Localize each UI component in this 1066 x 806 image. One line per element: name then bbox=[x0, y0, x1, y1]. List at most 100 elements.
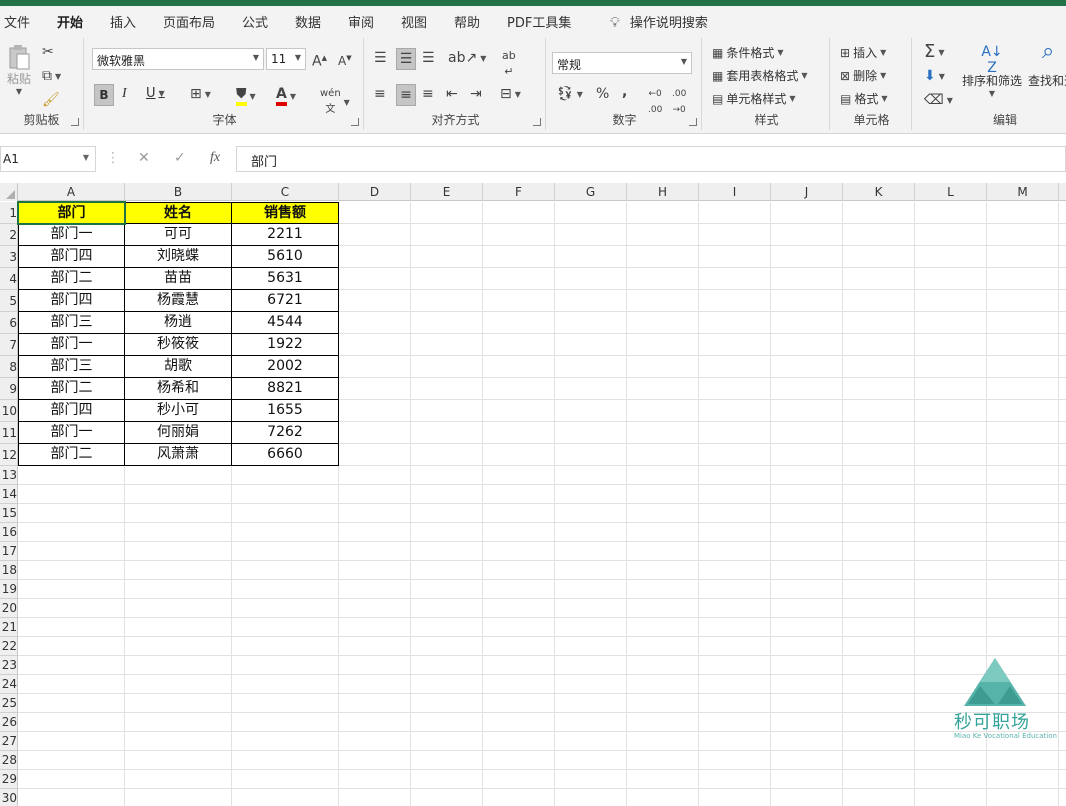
column-header-j[interactable]: J bbox=[771, 183, 843, 201]
column-header-b[interactable]: B bbox=[125, 183, 232, 201]
tab-pdf-tools[interactable]: PDF工具集 bbox=[507, 12, 571, 31]
font-color-button[interactable]: A ▼ bbox=[276, 86, 296, 106]
align-center-button[interactable]: ≡ bbox=[396, 84, 416, 106]
table-cell[interactable]: 部门三 bbox=[18, 356, 125, 378]
cancel-entry-icon[interactable]: ✕ bbox=[138, 150, 150, 166]
row-header-22[interactable]: 22 bbox=[0, 637, 18, 656]
align-left-button[interactable]: ≡ bbox=[374, 86, 386, 102]
insert-function-icon[interactable]: fx bbox=[210, 150, 220, 166]
find-select-button[interactable]: ⌕ 查找和选 bbox=[1028, 41, 1066, 89]
tell-me-search[interactable]: 💡︎ 操作说明搜索 bbox=[610, 12, 708, 31]
row-header-30[interactable]: 30 bbox=[0, 789, 18, 806]
table-cell[interactable]: 部门二 bbox=[18, 268, 125, 290]
align-top-button[interactable]: ☰ bbox=[374, 50, 387, 66]
cut-button[interactable]: ✂ bbox=[42, 44, 54, 60]
table-cell[interactable]: 部门一 bbox=[18, 422, 125, 444]
clear-button[interactable]: ⌫ ▼ bbox=[924, 92, 953, 108]
column-header-i[interactable]: I bbox=[699, 183, 771, 201]
fill-color-button[interactable]: ⛊ ▼ bbox=[236, 86, 256, 106]
format-as-table-button[interactable]: ▦ 套用表格格式 ▼ bbox=[712, 67, 808, 84]
table-header-cell[interactable]: 部门 bbox=[18, 202, 125, 224]
paste-button[interactable]: 粘贴 ▼ bbox=[6, 44, 32, 96]
conditional-format-button[interactable]: ▦ 条件格式 ▼ bbox=[712, 44, 784, 61]
row-header-26[interactable]: 26 bbox=[0, 713, 18, 732]
table-cell[interactable]: 杨逍 bbox=[125, 312, 232, 334]
row-header-23[interactable]: 23 bbox=[0, 656, 18, 675]
wrap-text-button[interactable]: ab ↵ bbox=[502, 48, 516, 80]
row-header-3[interactable]: 3 bbox=[0, 246, 18, 268]
merge-center-button[interactable]: ⊟ ▼ bbox=[500, 86, 521, 102]
increase-font-button[interactable]: A▲ bbox=[312, 50, 327, 70]
table-cell[interactable]: 部门三 bbox=[18, 312, 125, 334]
number-launcher-icon[interactable] bbox=[689, 118, 697, 126]
format-cells-button[interactable]: ▤ 格式 ▼ bbox=[840, 90, 888, 107]
table-cell[interactable]: 5610 bbox=[232, 246, 339, 268]
table-header-cell[interactable]: 姓名 bbox=[125, 202, 232, 224]
row-header-2[interactable]: 2 bbox=[0, 224, 18, 246]
row-header-11[interactable]: 11 bbox=[0, 422, 18, 444]
align-right-button[interactable]: ≡ bbox=[422, 86, 434, 102]
table-cell[interactable]: 部门一 bbox=[18, 224, 125, 246]
formula-input[interactable]: 部门 bbox=[236, 146, 1066, 172]
column-header-m[interactable]: M bbox=[987, 183, 1059, 201]
number-format-select[interactable]: 常规 ▼ bbox=[552, 52, 692, 74]
row-header-13[interactable]: 13 bbox=[0, 466, 18, 485]
underline-button[interactable]: U ▼ bbox=[146, 86, 165, 101]
table-cell[interactable]: 可可 bbox=[125, 224, 232, 246]
table-cell[interactable]: 秒小可 bbox=[125, 400, 232, 422]
decrease-font-button[interactable]: A▼ bbox=[338, 50, 352, 69]
column-header-e[interactable]: E bbox=[411, 183, 483, 201]
table-cell[interactable]: 7262 bbox=[232, 422, 339, 444]
accounting-format-button[interactable]: 💱︎ ▼ bbox=[556, 86, 583, 102]
tab-insert[interactable]: 插入 bbox=[110, 12, 136, 31]
confirm-entry-icon[interactable]: ✓ bbox=[174, 150, 186, 166]
row-header-24[interactable]: 24 bbox=[0, 675, 18, 694]
column-header-g[interactable]: G bbox=[555, 183, 627, 201]
table-cell[interactable]: 5631 bbox=[232, 268, 339, 290]
column-header-d[interactable]: D bbox=[339, 183, 411, 201]
table-cell[interactable]: 2002 bbox=[232, 356, 339, 378]
row-header-5[interactable]: 5 bbox=[0, 290, 18, 312]
cell-styles-button[interactable]: ▤ 单元格样式 ▼ bbox=[712, 90, 796, 107]
row-header-19[interactable]: 19 bbox=[0, 580, 18, 599]
table-cell[interactable]: 何丽娟 bbox=[125, 422, 232, 444]
table-cell[interactable]: 2211 bbox=[232, 224, 339, 246]
tab-page-layout[interactable]: 页面布局 bbox=[163, 12, 215, 31]
bold-button[interactable]: B bbox=[94, 84, 114, 106]
row-header-27[interactable]: 27 bbox=[0, 732, 18, 751]
copy-button[interactable]: ⧉ ▼ bbox=[42, 68, 61, 84]
table-cell[interactable]: 部门四 bbox=[18, 290, 125, 312]
delete-cells-button[interactable]: ⊠ 删除 ▼ bbox=[840, 67, 886, 84]
table-cell[interactable]: 部门二 bbox=[18, 444, 125, 466]
increase-indent-button[interactable]: ⇥ bbox=[470, 86, 482, 102]
font-launcher-icon[interactable] bbox=[351, 118, 359, 126]
table-cell[interactable]: 4544 bbox=[232, 312, 339, 334]
row-header-4[interactable]: 4 bbox=[0, 268, 18, 290]
select-all-button[interactable] bbox=[0, 183, 18, 201]
column-header-a[interactable]: A bbox=[18, 183, 125, 201]
row-header-28[interactable]: 28 bbox=[0, 751, 18, 770]
row-header-17[interactable]: 17 bbox=[0, 542, 18, 561]
clipboard-launcher-icon[interactable] bbox=[71, 118, 79, 126]
table-cell[interactable]: 部门四 bbox=[18, 246, 125, 268]
row-header-6[interactable]: 6 bbox=[0, 312, 18, 334]
font-size-select[interactable]: 11 ▼ bbox=[266, 48, 306, 70]
row-header-18[interactable]: 18 bbox=[0, 561, 18, 580]
row-header-7[interactable]: 7 bbox=[0, 334, 18, 356]
row-header-9[interactable]: 9 bbox=[0, 378, 18, 400]
decrease-indent-button[interactable]: ⇤ bbox=[446, 86, 458, 102]
alignment-launcher-icon[interactable] bbox=[533, 118, 541, 126]
row-header-20[interactable]: 20 bbox=[0, 599, 18, 618]
table-cell[interactable]: 苗苗 bbox=[125, 268, 232, 290]
row-header-12[interactable]: 12 bbox=[0, 444, 18, 466]
sort-filter-button[interactable]: A↓ Z 排序和筛选 ▼ bbox=[962, 44, 1022, 98]
tab-file[interactable]: 文件 bbox=[4, 12, 30, 31]
table-cell[interactable]: 部门四 bbox=[18, 400, 125, 422]
table-cell[interactable]: 杨希和 bbox=[125, 378, 232, 400]
column-header-h[interactable]: H bbox=[627, 183, 699, 201]
italic-button[interactable]: I bbox=[122, 86, 127, 102]
column-header-k[interactable]: K bbox=[843, 183, 915, 201]
tab-review[interactable]: 审阅 bbox=[348, 12, 374, 31]
align-bottom-button[interactable]: ☰ bbox=[422, 50, 435, 66]
row-header-14[interactable]: 14 bbox=[0, 485, 18, 504]
